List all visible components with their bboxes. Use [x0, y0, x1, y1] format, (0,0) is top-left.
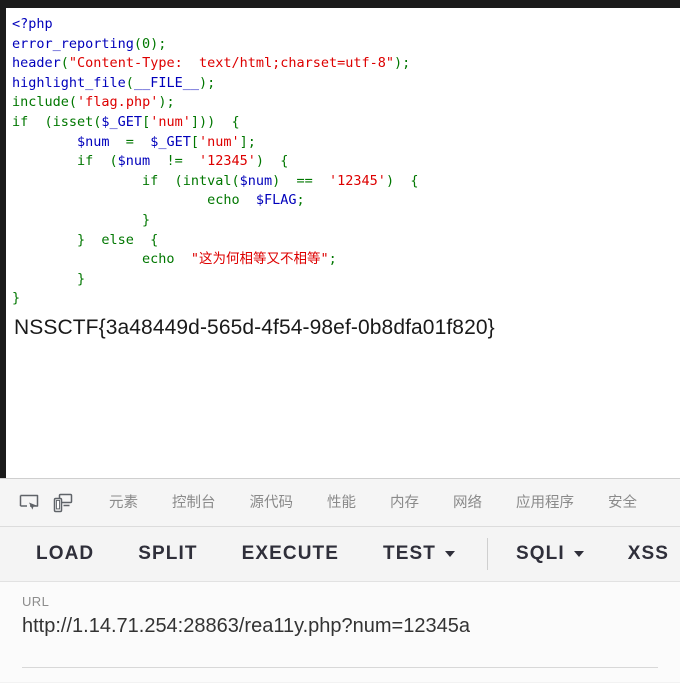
- code-token: __FILE__: [133, 74, 199, 91]
- tab-memory[interactable]: 内存: [373, 479, 436, 527]
- code-token: }: [12, 270, 86, 287]
- code-token: 'num': [150, 113, 191, 130]
- code-token: $num: [239, 172, 273, 189]
- code-token: isset: [52, 113, 94, 130]
- code-token: "Content-Type: text/html;charset=utf-8": [68, 55, 395, 72]
- code-token: $num: [117, 153, 151, 170]
- test-button[interactable]: TEST: [383, 543, 455, 565]
- code-token: (0);: [133, 35, 167, 52]
- tab-network[interactable]: 网络: [436, 479, 499, 527]
- code-token: (: [60, 55, 69, 72]
- button-label: LOAD: [36, 543, 95, 564]
- code-token: header: [12, 55, 61, 72]
- toolbar-divider: [487, 538, 488, 570]
- code-token: );: [394, 55, 411, 72]
- code-token: ) ==: [272, 172, 330, 189]
- code-token: 'flag.php': [77, 94, 159, 111]
- xss-button[interactable]: XSS: [628, 543, 669, 565]
- code-token: (: [68, 94, 78, 111]
- code-token: ) {: [255, 153, 289, 170]
- tab-application[interactable]: 应用程序: [499, 479, 591, 527]
- code-token: [: [142, 113, 151, 130]
- code-token: if (: [12, 172, 183, 189]
- code-token: 'num': [198, 133, 240, 150]
- code-token: );: [158, 94, 175, 111]
- code-token: $_GET: [150, 133, 191, 150]
- code-token: (: [231, 172, 240, 189]
- code-token: ];: [239, 133, 256, 150]
- url-input-underline: [22, 667, 658, 668]
- device-toolbar-icon[interactable]: [46, 486, 80, 520]
- tab-performance[interactable]: 性能: [310, 479, 373, 527]
- code-token: }: [12, 211, 151, 228]
- browser-window: <?php error_reporting(0); header("Conten…: [0, 0, 680, 683]
- hackbar-toolbar: LOAD SPLIT EXECUTE TEST SQLI XSS: [0, 527, 680, 582]
- code-token: [: [190, 133, 199, 150]
- code-token: $num: [77, 133, 110, 150]
- button-label: TEST: [383, 543, 436, 564]
- split-button[interactable]: SPLIT: [138, 543, 197, 565]
- code-token: echo: [12, 192, 256, 209]
- code-token: if (: [12, 113, 53, 130]
- code-token: ])) {: [190, 113, 240, 130]
- code-token: !=: [150, 153, 199, 170]
- load-button[interactable]: LOAD: [36, 543, 94, 565]
- code-token: (: [125, 74, 134, 91]
- devtools-tabbar: 元素 控制台 源代码 性能 内存 网络 应用程序 安全: [0, 479, 680, 527]
- execute-button[interactable]: EXECUTE: [242, 543, 339, 565]
- tab-console[interactable]: 控制台: [155, 479, 233, 527]
- code-token: $_GET: [101, 113, 143, 130]
- code-token: "这为何相等又不相等": [190, 251, 329, 268]
- tab-elements[interactable]: 元素: [92, 479, 155, 527]
- code-token: $FLAG: [255, 192, 297, 209]
- code-token: }: [12, 290, 21, 307]
- code-token: } else {: [12, 231, 159, 248]
- code-token: <?php: [12, 16, 53, 32]
- code-token: ;: [296, 192, 305, 209]
- devtools-panel: 元素 控制台 源代码 性能 内存 网络 应用程序 安全 LOAD SPLIT EXECUTE TES…: [0, 478, 680, 683]
- hackbar-url-row[interactable]: URL http://1.14.71.254:28863/rea11y.php?…: [0, 582, 680, 682]
- button-label: XSS: [627, 543, 670, 564]
- tab-security[interactable]: 安全: [591, 479, 654, 527]
- chevron-down-icon[interactable]: [573, 551, 584, 557]
- url-field-label: URL: [22, 594, 50, 609]
- code-token: ;: [328, 251, 337, 268]
- code-token: '12345': [198, 153, 256, 170]
- chevron-down-icon[interactable]: [445, 551, 455, 557]
- flag-output-text: NSSCTF{3a48449d-565d-4f54-98ef-0b8dfa01f…: [14, 316, 495, 339]
- button-label: SPLIT: [138, 543, 198, 564]
- code-token: highlight_file: [12, 74, 126, 91]
- tab-sources[interactable]: 源代码: [233, 479, 311, 527]
- code-token: echo: [12, 251, 191, 268]
- button-label: EXECUTE: [241, 543, 340, 564]
- code-token: if (: [12, 153, 118, 170]
- page-viewport: <?php error_reporting(0); header("Conten…: [6, 8, 680, 478]
- code-token: include: [12, 94, 69, 111]
- sqli-button[interactable]: SQLI: [516, 543, 584, 565]
- code-token: '12345': [329, 172, 386, 189]
- url-input[interactable]: http://1.14.71.254:28863/rea11y.php?num=…: [22, 615, 680, 638]
- code-token: error_reporting: [12, 35, 134, 52]
- code-token: );: [198, 74, 216, 91]
- browser-chrome-top-edge: [0, 0, 680, 8]
- devtools-tab-list: 元素 控制台 源代码 性能 内存 网络 应用程序 安全: [92, 479, 654, 527]
- code-token: ) {: [385, 172, 419, 189]
- php-source-code: <?php error_reporting(0); header("Conten…: [12, 15, 418, 309]
- code-token: =: [109, 133, 151, 150]
- code-token: intval: [182, 172, 232, 189]
- inspect-element-icon[interactable]: [12, 486, 46, 520]
- button-label: SQLI: [516, 543, 565, 564]
